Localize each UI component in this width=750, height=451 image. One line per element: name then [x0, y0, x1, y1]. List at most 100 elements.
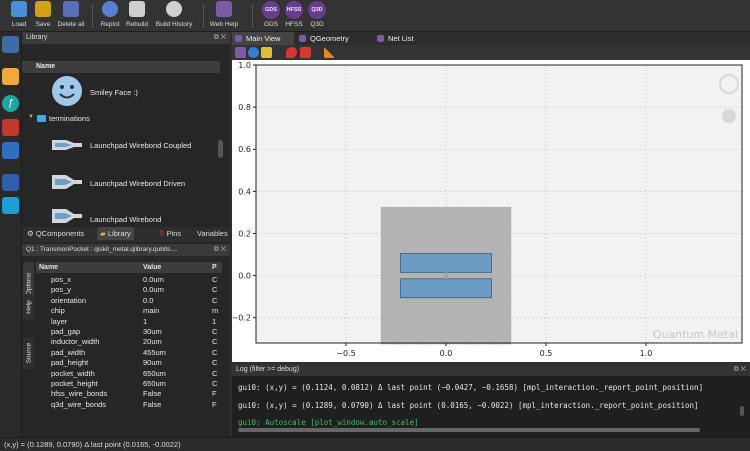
geometry-pad-top — [400, 253, 492, 273]
dock-controls[interactable]: ⧉ ✕ — [734, 364, 746, 376]
zoom-icon[interactable] — [248, 47, 259, 58]
vtab-source[interactable]: Source — [23, 337, 34, 369]
tab-main-view[interactable]: Main View — [232, 32, 294, 45]
launchpad-icon — [52, 207, 82, 225]
save-icon — [35, 1, 51, 17]
option-value[interactable]: 455um — [143, 348, 166, 357]
option-row[interactable]: pocket_height 650um C — [36, 379, 222, 390]
option-row[interactable]: pocket_width 650um C — [36, 369, 222, 380]
dock-controls[interactable]: ⧉ ✕ — [214, 32, 226, 44]
expand-icon[interactable] — [2, 174, 19, 191]
screenshot-icon[interactable] — [2, 197, 19, 214]
option-parsed: C — [212, 358, 218, 368]
option-row[interactable]: q3d_wire_bonds False F — [36, 400, 222, 411]
gds-renderer-button[interactable]: GDS GDS — [260, 1, 282, 31]
qcomponent-title-bar: Q1 : TransmonPocket : qiskit_metal.qlibr… — [22, 244, 230, 256]
option-parsed: m — [212, 306, 219, 316]
tab-library[interactable]: ▰ Library — [97, 227, 134, 240]
x-tick-label: 0.5 — [540, 349, 553, 358]
lock-icon[interactable] — [300, 47, 311, 58]
option-value[interactable]: 0.0 — [143, 296, 153, 305]
log-panel: Log (filter >= debug) ⧉ ✕ gui0: (x,y) = … — [232, 364, 750, 437]
tab-pins[interactable]: ⚲ Pins — [156, 227, 184, 240]
tab-qgeometry[interactable]: QGeometry — [296, 32, 372, 45]
option-row[interactable]: orientation 0.0 C — [36, 296, 222, 307]
option-row[interactable]: inductor_width 20um C — [36, 337, 222, 348]
option-name: pos_y — [51, 285, 72, 295]
option-value[interactable]: 0.0um — [143, 275, 164, 284]
y-tick-label: 1.0 — [238, 61, 251, 70]
plug-icon[interactable] — [2, 119, 19, 136]
q3d-chip-icon: Q3D — [308, 1, 326, 19]
option-row[interactable]: layer 1 1 — [36, 317, 222, 328]
option-parsed: C — [212, 347, 218, 357]
option-value[interactable]: 650um — [143, 379, 166, 388]
tab-variables[interactable]: Variables — [194, 227, 231, 240]
option-value[interactable]: main — [143, 306, 159, 315]
screen-icon[interactable] — [2, 142, 19, 159]
option-value[interactable]: 90um — [143, 358, 162, 367]
option-row[interactable]: pos_y 0.0um C — [36, 285, 222, 296]
table-icon — [299, 35, 306, 42]
function-icon[interactable]: ƒ — [2, 95, 19, 112]
web-help-button[interactable]: Web Help — [209, 1, 239, 31]
option-parsed: C — [212, 285, 218, 295]
tab-net-list[interactable]: Net List — [374, 32, 432, 45]
hfss-renderer-button[interactable]: HFSS HFSS — [283, 1, 305, 31]
library-item-launchpad-coupled[interactable]: Launchpad Wirebond Coupled — [90, 141, 191, 150]
launchpad-icon — [52, 136, 82, 154]
option-row[interactable]: pad_width 455um C — [36, 348, 222, 359]
design-icon[interactable] — [2, 36, 19, 53]
home-icon[interactable] — [235, 47, 246, 58]
option-value[interactable]: 0.0um — [143, 285, 164, 294]
plot-canvas[interactable]: −0.5 0.0 0.5 1.0 −0.2 0.0 0.2 0.4 0.6 0.8 1.0 Quant… — [232, 60, 750, 362]
library-item-launchpad-driven[interactable]: Launchpad Wirebond Driven — [90, 179, 185, 188]
chevron-down-icon[interactable]: ▼ — [28, 114, 34, 120]
y-tick-label: 0.8 — [238, 103, 251, 112]
option-row[interactable]: pad_height 90um C — [36, 358, 222, 369]
app-window: Load Save Delete all Replot Rebuild Buil… — [0, 0, 750, 451]
vtab-help[interactable]: Help — [23, 294, 34, 320]
ruler-icon[interactable] — [324, 47, 335, 58]
library-folder-terminations[interactable]: terminations — [49, 114, 90, 123]
x-tick-label: 1.0 — [640, 349, 653, 358]
dock-controls[interactable]: ⧉ ✕ — [214, 244, 226, 256]
option-row[interactable]: hfss_wire_bonds False F — [36, 389, 222, 400]
pin-icon: ⚲ — [159, 229, 167, 238]
pin-marker-icon[interactable] — [286, 47, 297, 58]
option-value[interactable]: False — [143, 389, 161, 398]
replot-button[interactable]: Replot — [98, 1, 122, 31]
log-horizontal-scrollbar[interactable] — [238, 428, 700, 432]
library-item-smiley[interactable]: Smiley Face :) — [90, 88, 138, 97]
option-row[interactable]: pos_x 0.0um C — [36, 275, 222, 286]
status-bar: (x,y) = (0.1289, 0.0790) Δ last point (0… — [0, 437, 750, 451]
pan-icon[interactable] — [261, 47, 272, 58]
save-button[interactable]: Save — [32, 1, 54, 31]
option-row[interactable]: chip main m — [36, 306, 222, 317]
option-value[interactable]: 1 — [143, 317, 147, 326]
option-value[interactable]: False — [143, 400, 161, 409]
option-value[interactable]: 650um — [143, 369, 166, 378]
plot-svg[interactable]: −0.5 0.0 0.5 1.0−0.20.00.20.40.60.81.0Quant… — [232, 60, 750, 362]
option-name: orientation — [51, 295, 87, 305]
thumbs-up-icon[interactable] — [2, 68, 19, 85]
rebuild-button[interactable]: Rebuild — [124, 1, 150, 31]
library-title-bar: Library ⧉ ✕ — [22, 32, 230, 44]
library-scrollbar[interactable] — [218, 140, 223, 158]
option-value[interactable]: 20um — [143, 337, 162, 346]
y-tick-label: 0.2 — [238, 229, 251, 238]
log-vertical-scrollbar[interactable] — [740, 406, 744, 416]
tab-qcomponents[interactable]: ⚙ QComponents — [24, 227, 87, 240]
build-history-button[interactable]: Build History — [154, 1, 194, 31]
option-row[interactable]: pad_gap 30um C — [36, 327, 222, 338]
option-value[interactable]: 30um — [143, 327, 162, 336]
log-line: gui0: Autoscale [plot_window.auto_scale] — [238, 418, 419, 427]
delete-all-button[interactable]: Delete all — [56, 1, 86, 31]
x-tick-label: 0.0 — [440, 349, 453, 358]
q3d-renderer-button[interactable]: Q3D Q3D — [306, 1, 328, 31]
load-button[interactable]: Load — [8, 1, 30, 31]
geometry-junction — [444, 272, 448, 279]
left-dock-tabs: ⚙ QComponents ▰ Library ⚲ Pins Variables — [22, 227, 230, 240]
library-item-launchpad[interactable]: Launchpad Wirebond — [90, 215, 161, 224]
gds-chip-icon: GDS — [262, 1, 280, 19]
